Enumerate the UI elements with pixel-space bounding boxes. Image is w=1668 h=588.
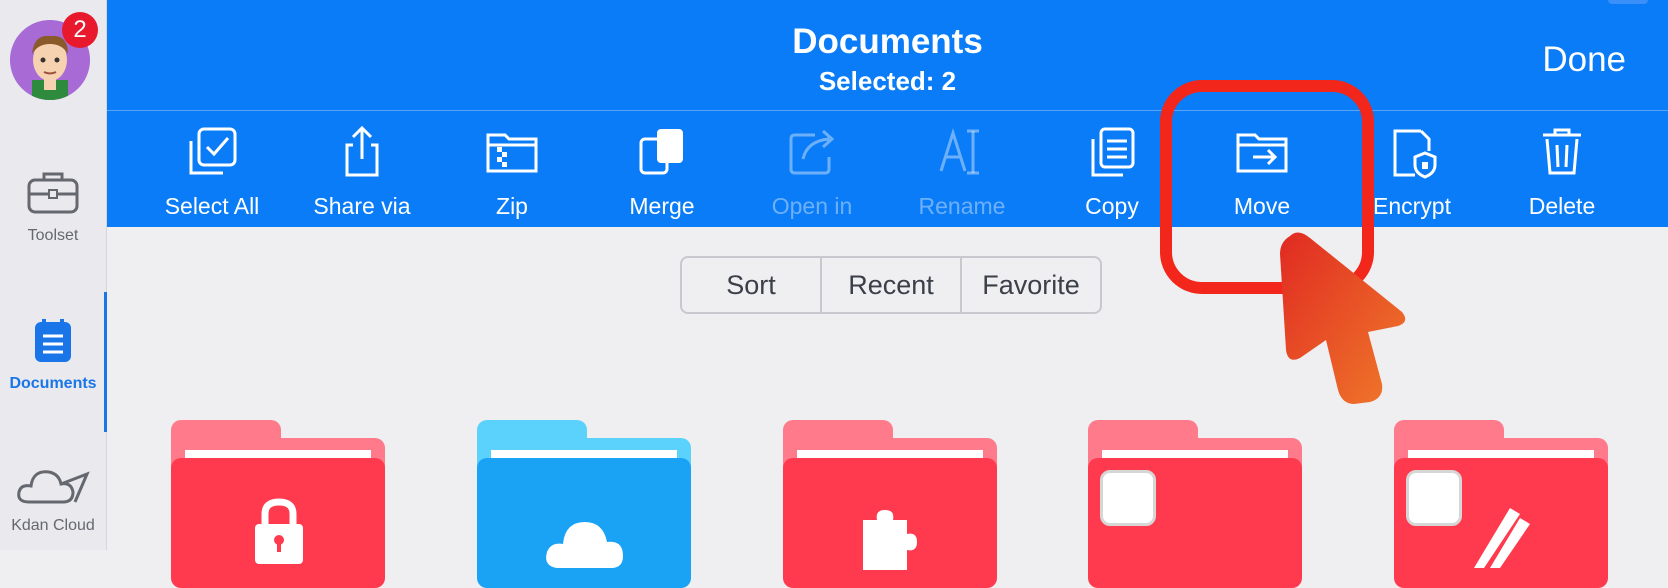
app-square-icon xyxy=(1100,470,1156,526)
toolbar-label: Share via xyxy=(313,193,411,219)
segment-sort[interactable]: Sort xyxy=(682,258,822,312)
toolbar-label: Zip xyxy=(496,193,528,219)
merge-icon xyxy=(587,125,737,181)
segment-favorite[interactable]: Favorite xyxy=(962,258,1100,312)
status-indicator xyxy=(1608,0,1648,4)
rename-button[interactable]: Rename xyxy=(887,125,1037,220)
cloud-icon xyxy=(543,510,627,575)
open-in-button[interactable]: Open in xyxy=(737,125,887,220)
sidebar-item-label: Toolset xyxy=(27,227,79,244)
sort-filter-segmented-control: Sort Recent Favorite xyxy=(680,256,1102,314)
share-via-button[interactable]: Share via xyxy=(287,125,437,220)
notification-badge: 2 xyxy=(62,12,98,48)
share-icon xyxy=(287,125,437,181)
trash-icon xyxy=(1487,125,1637,181)
toolbox-icon xyxy=(26,172,80,220)
toolbar-label: Open in xyxy=(771,193,853,219)
lock-icon xyxy=(249,494,309,569)
sidebar-item-label: Documents xyxy=(9,375,97,392)
app-square-icon xyxy=(1406,470,1462,526)
toolbar-label: Rename xyxy=(918,193,1006,219)
nav-header: Documents Selected: 2 Done xyxy=(107,0,1668,111)
cloud-icon xyxy=(15,470,91,510)
pencil-stripes-icon xyxy=(1464,498,1544,573)
folder-cloud[interactable] xyxy=(477,420,691,588)
selection-count: Selected: 2 xyxy=(818,66,957,96)
done-button[interactable]: Done xyxy=(1542,40,1626,80)
puzzle-icon xyxy=(855,500,925,575)
active-indicator xyxy=(104,292,107,432)
open-in-icon xyxy=(737,125,887,181)
folder-app-2[interactable] xyxy=(1394,420,1608,588)
toolbar-label: Encrypt xyxy=(1373,193,1451,219)
segment-recent[interactable]: Recent xyxy=(822,258,962,312)
sidebar-item-documents[interactable]: Documents xyxy=(0,316,106,393)
rename-icon xyxy=(887,125,1037,181)
sidebar-item-toolset[interactable]: Toolset xyxy=(0,168,106,245)
zip-icon xyxy=(437,125,587,181)
zip-button[interactable]: Zip xyxy=(437,125,587,220)
folder-app[interactable] xyxy=(1088,420,1302,588)
folder-plugins[interactable] xyxy=(783,420,997,588)
sidebar: 2 Toolset Documents Kdan Cloud xyxy=(0,0,107,550)
folder-locked[interactable] xyxy=(171,420,385,588)
select-all-icon xyxy=(137,125,287,181)
select-all-button[interactable]: Select All xyxy=(137,125,287,220)
page-title: Documents xyxy=(792,22,983,61)
toolbar-label: Delete xyxy=(1528,193,1596,219)
document-list-icon xyxy=(31,319,75,368)
sidebar-item-label: Kdan Cloud xyxy=(11,517,95,534)
toolbar-label: Copy xyxy=(1085,193,1139,219)
pointer-arrow-icon xyxy=(1280,232,1406,404)
sidebar-item-kdan-cloud[interactable]: Kdan Cloud xyxy=(0,462,106,535)
action-toolbar: Select All Share via Zip Merge Open in R… xyxy=(107,111,1668,227)
toolbar-label: Select All xyxy=(164,193,260,219)
toolbar-label: Merge xyxy=(629,193,695,219)
merge-button[interactable]: Merge xyxy=(587,125,737,220)
delete-button[interactable]: Delete xyxy=(1487,125,1637,220)
